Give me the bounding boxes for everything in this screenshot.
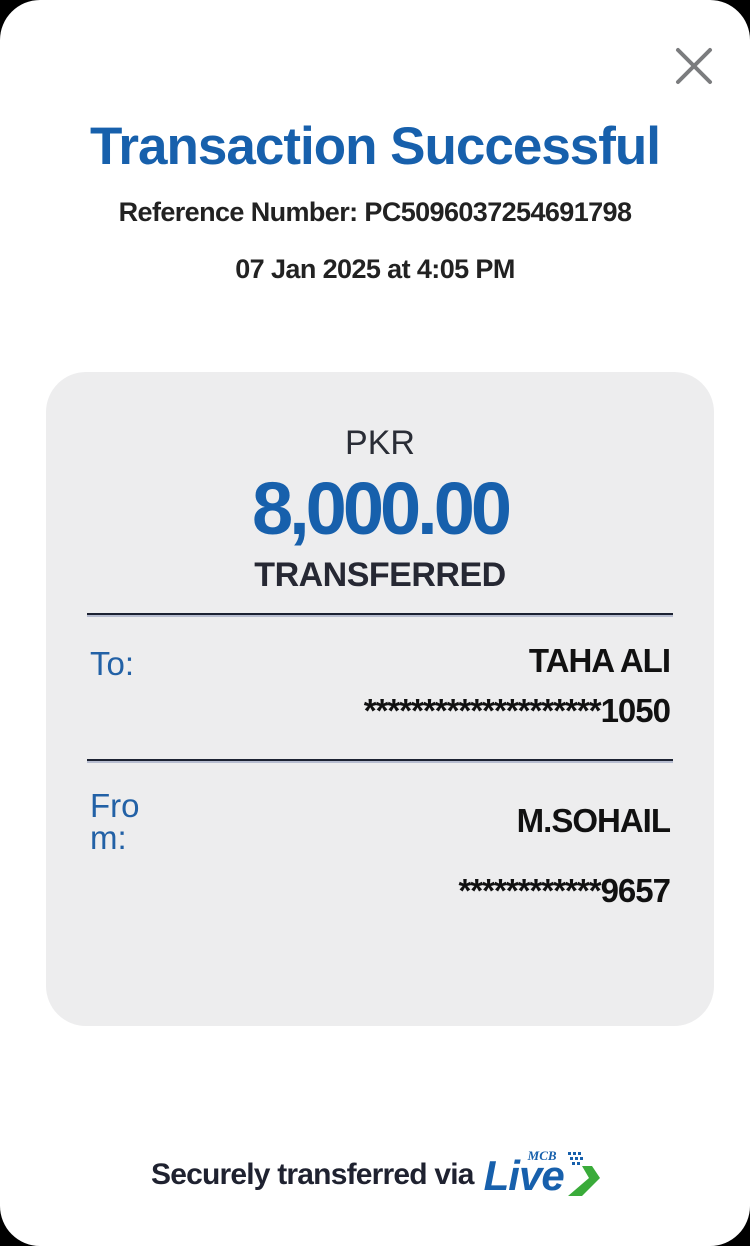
currency-label: PKR	[345, 424, 415, 462]
close-button[interactable]	[672, 44, 716, 88]
footer: Securely transferred via Live MCB	[151, 1148, 602, 1200]
logo-arrow-icon	[567, 1152, 600, 1196]
transaction-datetime: 07 Jan 2025 at 4:05 PM	[235, 254, 515, 284]
from-label: From:	[90, 787, 140, 856]
divider	[87, 613, 673, 617]
transaction-card: PKR 8,000.00 TRANSFERRED To: TAHA ALI **…	[46, 372, 714, 1026]
receipt-sheet: Transaction Successful Reference Number:…	[0, 0, 750, 1246]
reference-number: Reference Number: PC5096037254691798	[118, 197, 632, 227]
mcb-live-logo: Live MCB	[484, 1148, 602, 1200]
recipient-name: TAHA ALI	[528, 642, 671, 679]
status-label: TRANSFERRED	[254, 556, 506, 594]
recipient-account: ********************1050	[363, 692, 671, 729]
to-label: To:	[90, 645, 135, 682]
sender-name: M.SOHAIL	[516, 802, 671, 839]
sender-account: ************9657	[458, 872, 671, 909]
close-icon	[676, 48, 712, 84]
divider	[87, 759, 673, 763]
amount-value: 8,000.00	[251, 467, 512, 550]
footer-text: Securely transferred via	[151, 1158, 474, 1191]
page-title: Transaction Successful	[89, 117, 661, 176]
logo-mcb-text: MCB	[527, 1148, 557, 1163]
